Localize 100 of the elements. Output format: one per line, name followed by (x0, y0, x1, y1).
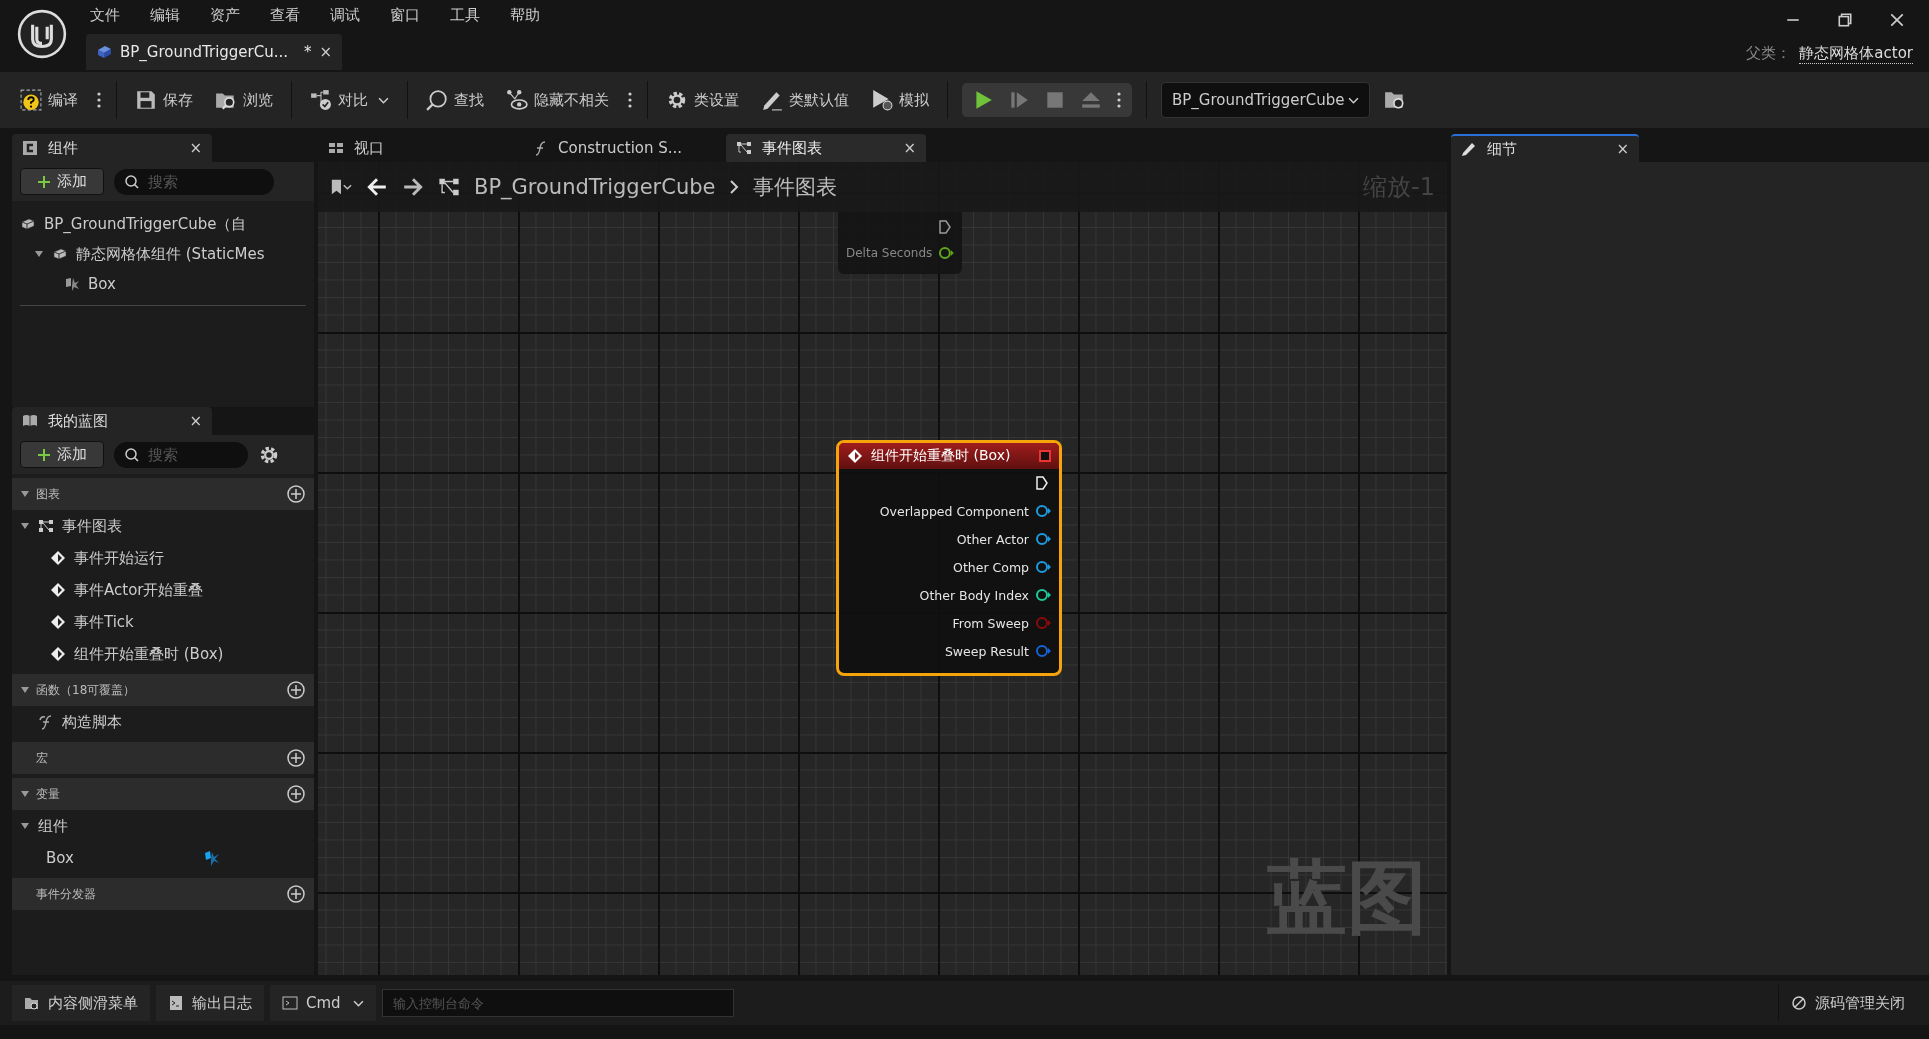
tree-item[interactable]: 事件Actor开始重叠 (12, 574, 314, 606)
pin-icon[interactable] (1035, 504, 1051, 518)
expand-arrow-icon[interactable] (34, 249, 44, 259)
add-circle-icon[interactable] (286, 680, 306, 700)
pin-icon[interactable] (1035, 588, 1051, 602)
close-button[interactable]: × (189, 139, 202, 157)
expand-arrow-icon[interactable] (20, 789, 30, 799)
output-log-button[interactable]: 输出日志 (156, 985, 264, 1021)
source-control-button[interactable]: 源码管理关闭 (1778, 985, 1917, 1021)
tree-item[interactable]: 事件开始运行 (12, 542, 314, 574)
content-drawer-button[interactable]: 内容侧滑菜单 (12, 985, 150, 1021)
tree-item[interactable]: 组件开始重叠时 (Box) (12, 638, 314, 670)
add-button[interactable]: 添加 (20, 168, 104, 195)
close-icon[interactable] (1889, 12, 1905, 28)
category-header[interactable]: 宏 (12, 742, 314, 774)
event-node[interactable]: Delta Seconds (838, 212, 962, 274)
menu-item[interactable]: 调试 (330, 5, 360, 25)
forward-arrow-icon[interactable] (402, 176, 424, 198)
restore-icon[interactable] (1837, 12, 1853, 28)
expand-arrow-icon[interactable] (20, 521, 30, 531)
breadcrumb-link[interactable]: BP_GroundTriggerCube (474, 175, 716, 199)
plus-icon (37, 447, 51, 462)
panel-tab[interactable]: 我的蓝图 × (12, 407, 212, 435)
expand-arrow-icon[interactable] (20, 489, 30, 499)
panel-tab[interactable]: 细节 × (1451, 134, 1639, 162)
category-header[interactable]: 变量 (12, 778, 314, 810)
search-icon (124, 173, 140, 190)
parent-class-link[interactable]: 静态网格体actor (1799, 44, 1913, 64)
prohibited-icon (1791, 995, 1807, 1011)
debug-object-dropdown[interactable]: BP_GroundTriggerCube (1161, 82, 1371, 118)
tree-item[interactable]: 事件图表 (12, 510, 314, 542)
class-defaults-button[interactable]: 类默认值 (757, 85, 853, 115)
event-icon (50, 550, 66, 566)
delegate-pin-icon[interactable] (1039, 450, 1051, 462)
caret-icon (378, 96, 389, 104)
event-icon (847, 448, 863, 464)
simulate-button[interactable]: 模拟 (867, 85, 933, 115)
menu-item[interactable]: 工具 (450, 5, 480, 25)
tree-item[interactable]: Box (12, 842, 314, 874)
event-node[interactable]: 组件开始重叠时 (Box) Overlapped Component Other Actor Other Comp Other Body Index From Sweep Sweep Result (836, 440, 1062, 676)
pin-label: From Sweep (952, 615, 1029, 631)
add-circle-icon[interactable] (286, 784, 306, 804)
tree-item[interactable]: 事件Tick (12, 606, 314, 638)
class-settings-button[interactable]: 类设置 (662, 85, 743, 115)
search-field[interactable]: 搜索 (114, 168, 274, 195)
add-circle-icon[interactable] (286, 884, 306, 904)
graph-icon (736, 140, 752, 156)
graph-watermark: 蓝图 (1267, 850, 1427, 946)
close-button[interactable]: × (1616, 140, 1629, 158)
panel-tab[interactable]: 组件 × (12, 134, 212, 162)
document-tab[interactable]: BP_GroundTriggerCu... * × (86, 34, 342, 70)
tree-item[interactable]: Box (20, 269, 306, 299)
pin-label: Other Comp (953, 559, 1029, 575)
graph-tab[interactable]: 事件图表 × (726, 134, 926, 162)
close-button[interactable]: × (903, 139, 916, 157)
menu-item[interactable]: 资产 (210, 5, 240, 25)
more-icon[interactable] (627, 90, 633, 110)
cube-icon (52, 246, 68, 262)
console-input[interactable]: 输入控制台命令 (381, 989, 734, 1017)
exec-pin-icon[interactable] (938, 219, 952, 235)
expand-arrow-icon[interactable] (20, 821, 30, 831)
menu-item[interactable]: 编辑 (150, 5, 180, 25)
pin-icon[interactable] (938, 246, 954, 260)
more-icon[interactable] (96, 90, 102, 110)
menu-item[interactable]: 窗口 (390, 5, 420, 25)
category-header[interactable]: 事件分发器 (12, 878, 314, 910)
menu-item[interactable]: 文件 (90, 5, 120, 25)
pin-icon[interactable] (1035, 532, 1051, 546)
compile-button[interactable]: 编译 (16, 85, 82, 115)
save-button[interactable]: 保存 (131, 85, 197, 115)
expand-arrow-icon[interactable] (20, 685, 30, 695)
tree-item[interactable]: 静态网格体组件 (StaticMes (20, 239, 306, 269)
search-field[interactable]: 搜索 (114, 441, 248, 468)
cmd-dropdown[interactable]: Cmd (270, 985, 376, 1021)
close-button[interactable]: × (319, 43, 332, 61)
graph-tab[interactable]: Construction S... (522, 134, 722, 162)
menu-item[interactable]: 帮助 (510, 5, 540, 25)
tree-item[interactable]: BP_GroundTriggerCube（自 (20, 209, 306, 239)
graph-tab[interactable]: 视口 (318, 134, 518, 162)
stop-icon[interactable] (1044, 89, 1066, 111)
pin-icon[interactable] (1035, 560, 1051, 574)
find-button[interactable]: 查找 (422, 85, 488, 115)
add-circle-icon[interactable] (286, 748, 306, 768)
tree-item[interactable]: 组件 (12, 810, 314, 842)
menu-item[interactable]: 查看 (270, 5, 300, 25)
close-button[interactable]: × (189, 412, 202, 430)
category-header[interactable]: 图表 (12, 478, 314, 510)
tree-item[interactable]: 构造脚本 (12, 706, 314, 738)
category-header[interactable]: 函数（18可覆盖） (12, 674, 314, 706)
more-icon[interactable] (1116, 90, 1122, 110)
engine-logo[interactable] (16, 8, 68, 60)
diff-dropdown[interactable]: 对比 (306, 85, 393, 115)
step-icon[interactable] (1008, 89, 1030, 111)
parent-class-label: 父类： (1746, 44, 1792, 64)
hide-unrelated-button[interactable]: 隐藏不相关 (502, 85, 613, 115)
back-arrow-icon[interactable] (366, 176, 388, 198)
add-circle-icon[interactable] (286, 484, 306, 504)
add-button[interactable]: 添加 (20, 441, 104, 468)
panel-title: 我的蓝图 (48, 411, 108, 431)
browse-button[interactable]: 浏览 (211, 85, 277, 115)
